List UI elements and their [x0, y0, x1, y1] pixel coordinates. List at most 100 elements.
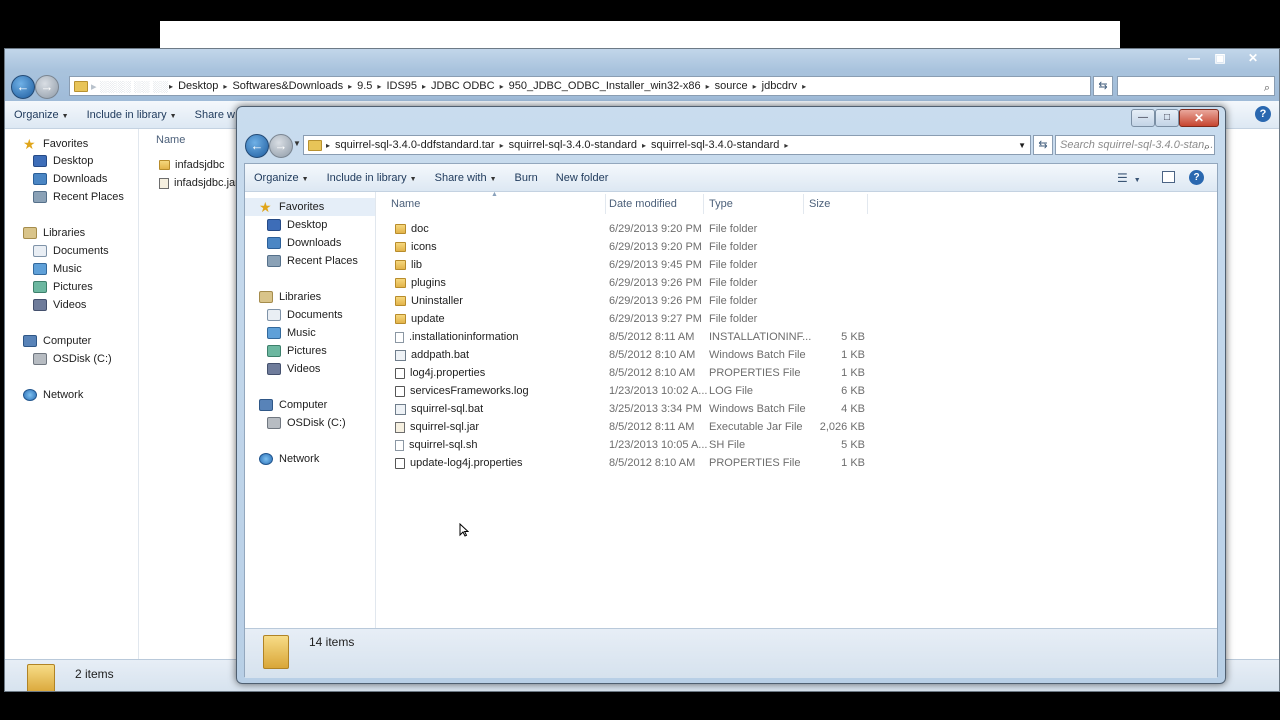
breadcrumb-segment[interactable]: Softwares&Downloads	[228, 80, 347, 92]
minimize-icon[interactable]: —	[1181, 49, 1207, 67]
nav-recent-places[interactable]: Recent Places	[267, 255, 358, 267]
help-icon[interactable]: ?	[1189, 170, 1204, 185]
include-in-library-button[interactable]: Include in library ▼	[78, 109, 186, 121]
preview-pane-icon[interactable]	[1162, 171, 1175, 183]
file-type: INSTALLATIONINF...	[709, 331, 812, 343]
organize-button[interactable]: Organize ▼	[5, 109, 78, 121]
refresh-icon[interactable]: ⇆	[1093, 76, 1113, 96]
refresh-icon[interactable]: ⇆	[1033, 135, 1053, 155]
back-button[interactable]: ←	[11, 75, 35, 99]
nav-computer[interactable]: Computer	[23, 335, 91, 347]
back-button[interactable]: ←	[245, 134, 269, 158]
file-size: 5 KB	[841, 439, 865, 451]
nav-music[interactable]: Music	[267, 327, 316, 339]
nav-libraries[interactable]: Libraries	[259, 291, 321, 303]
file-size: 6 KB	[841, 385, 865, 397]
disk-icon	[33, 353, 47, 365]
file-row[interactable]: squirrel-sql.bat 3/25/2013 3:34 PM Windows…	[377, 400, 877, 418]
organize-button[interactable]: Organize ▼	[245, 172, 318, 184]
nav-favorites[interactable]: ★ Favorites	[23, 137, 88, 151]
nav-videos[interactable]: Videos	[267, 363, 320, 375]
nav-desktop[interactable]: Desktop	[267, 219, 327, 231]
file-row[interactable]: lib 6/29/2013 9:45 PM File folder	[377, 256, 877, 274]
list-item[interactable]: infadsjdbc	[159, 156, 225, 174]
folder-icon	[395, 260, 406, 271]
file-date: 6/29/2013 9:27 PM	[609, 313, 702, 325]
list-item[interactable]: infadsjdbc.jar	[159, 174, 239, 192]
column-name[interactable]: Name	[391, 198, 420, 210]
forward-button[interactable]: →	[35, 75, 59, 99]
nav-network[interactable]: Network	[23, 389, 83, 401]
nav-osdisk[interactable]: OSDisk (C:)	[267, 417, 346, 429]
file-row[interactable]: .installationinformation 8/5/2012 8:11 AM…	[377, 328, 877, 346]
minimize-button[interactable]: —	[1131, 109, 1155, 127]
file-row[interactable]: servicesFrameworks.log 1/23/2013 10:02 A.…	[377, 382, 877, 400]
maximize-button[interactable]: □	[1155, 109, 1179, 127]
change-view-icon[interactable]: ☰ ▼	[1117, 171, 1141, 185]
recent-pages-dropdown-icon[interactable]: ▼	[293, 139, 301, 148]
nav-pictures[interactable]: Pictures	[33, 281, 93, 293]
breadcrumb-segment[interactable]: 9.5	[353, 80, 376, 92]
column-date-modified[interactable]: Date modified	[609, 198, 677, 210]
nav-favorites[interactable]: ★ Favorites	[245, 198, 375, 216]
back-search-input[interactable]: ⌕	[1117, 76, 1275, 96]
breadcrumb-segment[interactable]: squirrel-sql-3.4.0-ddfstandard.tar	[331, 139, 499, 151]
nav-computer[interactable]: Computer	[259, 399, 327, 411]
breadcrumb-segment[interactable]: 950_JDBC_ODBC_Installer_win32-x86	[505, 80, 705, 92]
nav-pictures[interactable]: Pictures	[267, 345, 327, 357]
close-button[interactable]: ✕	[1179, 109, 1219, 127]
file-row[interactable]: update-log4j.properties 8/5/2012 8:10 AM P…	[377, 454, 877, 472]
nav-downloads[interactable]: Downloads	[267, 237, 341, 249]
nav-videos[interactable]: Videos	[33, 299, 86, 311]
nav-music[interactable]: Music	[33, 263, 82, 275]
new-folder-button[interactable]: New folder	[547, 172, 618, 184]
breadcrumb-segment[interactable]: IDS95	[382, 80, 421, 92]
help-icon[interactable]: ?	[1255, 106, 1271, 122]
file-date: 8/5/2012 8:11 AM	[609, 421, 695, 433]
folder-icon	[27, 664, 55, 691]
breadcrumb-segment[interactable]: squirrel-sql-3.4.0-standard	[647, 139, 783, 151]
burn-button[interactable]: Burn	[506, 172, 547, 184]
file-icon	[395, 439, 404, 451]
file-row[interactable]: squirrel-sql.sh 1/23/2013 10:05 A... SH Fi…	[377, 436, 877, 454]
nav-network[interactable]: Network	[259, 453, 319, 465]
column-type[interactable]: Type	[709, 198, 733, 210]
file-date: 8/5/2012 8:10 AM	[609, 349, 696, 361]
file-row[interactable]: plugins 6/29/2013 9:26 PM File folder	[377, 274, 877, 292]
file-row[interactable]: log4j.properties 8/5/2012 8:10 AM PROPERTI…	[377, 364, 877, 382]
file-size: 1 KB	[841, 457, 865, 469]
file-row[interactable]: icons 6/29/2013 9:20 PM File folder	[377, 238, 877, 256]
nav-desktop[interactable]: Desktop	[33, 155, 93, 167]
address-dropdown-icon[interactable]: ▼	[1018, 141, 1026, 150]
file-name: squirrel-sql.jar	[395, 418, 479, 436]
file-row[interactable]: Uninstaller 6/29/2013 9:26 PM File folder	[377, 292, 877, 310]
file-name: lib	[395, 256, 422, 274]
breadcrumb-segment[interactable]: JDBC ODBC	[427, 80, 499, 92]
nav-osdisk[interactable]: OSDisk (C:)	[33, 353, 112, 365]
front-address-bar[interactable]: ▸ squirrel-sql-3.4.0-ddfstandard.tar ▸ s…	[303, 135, 1031, 155]
close-icon[interactable]: ✕	[1233, 49, 1273, 67]
share-with-button[interactable]: Share with ▼	[426, 172, 506, 184]
breadcrumb-segment[interactable]: jdbcdrv	[758, 80, 801, 92]
back-column-name[interactable]: Name	[156, 134, 185, 146]
file-row[interactable]: addpath.bat 8/5/2012 8:10 AM Windows Batch…	[377, 346, 877, 364]
nav-downloads[interactable]: Downloads	[33, 173, 107, 185]
maximize-icon[interactable]: ▣	[1207, 49, 1233, 67]
file-row[interactable]: update 6/29/2013 9:27 PM File folder	[377, 310, 877, 328]
nav-recent-places[interactable]: Recent Places	[33, 191, 124, 203]
back-address-bar[interactable]: ▸ ░░░░ ░░ ░░ ▸ Desktop ▸ Softwares&Downl…	[69, 76, 1091, 96]
file-date: 1/23/2013 10:02 A...	[609, 385, 708, 397]
nav-libraries[interactable]: Libraries	[23, 227, 85, 239]
file-row[interactable]: squirrel-sql.jar 8/5/2012 8:11 AM Executab…	[377, 418, 877, 436]
include-in-library-button[interactable]: Include in library ▼	[318, 172, 426, 184]
nav-documents[interactable]: Documents	[267, 309, 343, 321]
file-row[interactable]: doc 6/29/2013 9:20 PM File folder	[377, 220, 877, 238]
breadcrumb-segment[interactable]: squirrel-sql-3.4.0-standard	[505, 139, 641, 151]
breadcrumb-segment[interactable]: source	[711, 80, 752, 92]
forward-button[interactable]: →	[269, 134, 293, 158]
breadcrumb-segment[interactable]: Desktop	[174, 80, 222, 92]
column-size[interactable]: Size	[809, 198, 830, 210]
nav-documents[interactable]: Documents	[33, 245, 109, 257]
search-input[interactable]: Search squirrel-sql-3.4.0-stan... ⌕	[1055, 135, 1215, 155]
star-icon: ★	[23, 136, 36, 152]
